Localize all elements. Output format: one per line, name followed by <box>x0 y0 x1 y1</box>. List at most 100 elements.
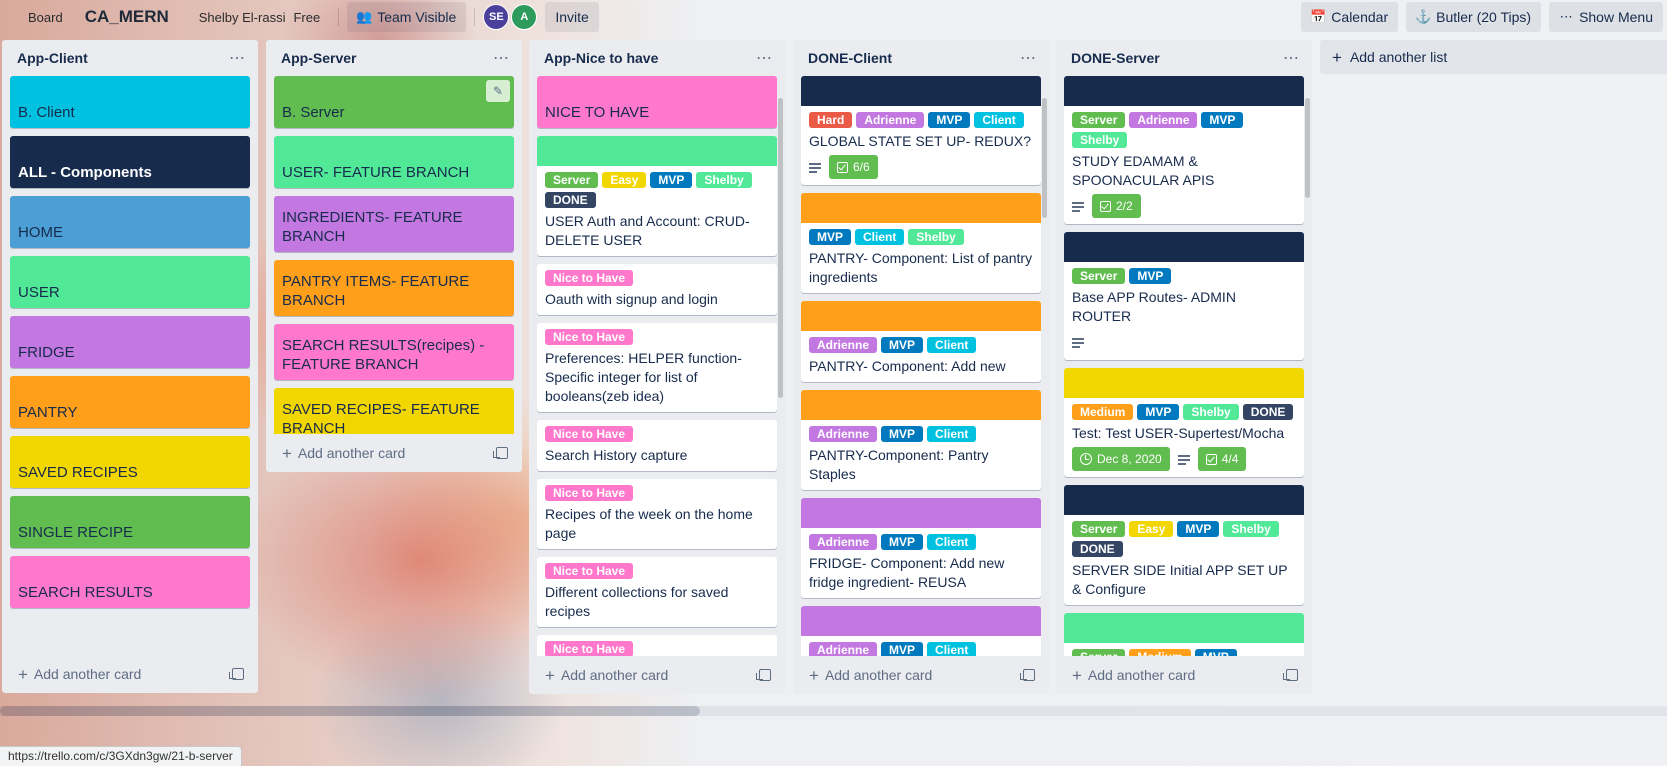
visibility-button[interactable]: 👥 Team Visible <box>347 2 467 32</box>
card[interactable]: SEARCH RESULTS <box>10 556 250 608</box>
card[interactable]: Adrienne MVP Client PANTRY- Component: Add … <box>801 301 1041 382</box>
card[interactable]: Adrienne MVP Client PANTRY-Component: Pantr… <box>801 390 1041 490</box>
card-label[interactable]: Easy <box>602 172 647 188</box>
add-card-button[interactable]: + Add another card <box>809 667 932 684</box>
card-template-icon[interactable] <box>1020 669 1035 681</box>
card[interactable]: Nice to Have Oauth with signup and login <box>537 264 777 315</box>
card-label[interactable]: DONE <box>1242 404 1294 420</box>
card-label[interactable]: Medium <box>1129 649 1191 656</box>
card-label[interactable]: Server <box>1072 521 1126 537</box>
card-label[interactable]: Shelby <box>696 172 752 188</box>
card-label[interactable]: Adrienne <box>809 426 878 442</box>
workspace-name[interactable]: Shelby El-rassi <box>199 10 286 25</box>
card-label[interactable]: Medium <box>1072 404 1134 420</box>
list-title[interactable]: App-Client <box>17 50 88 66</box>
card-label[interactable]: MVP <box>881 642 924 656</box>
list-header[interactable]: App-Nice to have ⋯ <box>529 40 785 76</box>
card-label[interactable]: MVP <box>1129 268 1172 284</box>
add-another-list-button[interactable]: + Add another list <box>1320 40 1667 74</box>
list-header[interactable]: DONE-Client ⋯ <box>793 40 1049 76</box>
card-label[interactable]: MVP <box>1177 521 1220 537</box>
card[interactable]: SAVED RECIPES- FEATURE BRANCH <box>274 388 514 434</box>
card-label[interactable]: Adrienne <box>809 337 878 353</box>
card[interactable]: FRIDGE <box>10 316 250 368</box>
card-label[interactable]: Easy <box>1129 521 1174 537</box>
card-label[interactable]: Adrienne <box>809 534 878 550</box>
card-label[interactable]: MVP <box>1194 649 1237 656</box>
card-template-icon[interactable] <box>493 447 508 459</box>
card[interactable]: Server MVP Base APP Routes- ADMIN ROUTER <box>1064 232 1304 360</box>
card[interactable]: B. Server ✎ <box>274 76 514 128</box>
card-label[interactable]: Adrienne <box>856 112 925 128</box>
card[interactable]: PANTRY <box>10 376 250 428</box>
add-card-button[interactable]: + Add another card <box>18 666 141 683</box>
card-label[interactable]: Nice to Have <box>545 426 634 442</box>
card-label[interactable]: MVP <box>881 337 924 353</box>
card[interactable]: PANTRY ITEMS- FEATURE BRANCH <box>274 260 514 316</box>
card[interactable]: Nice to Have Recipes of the week on the h… <box>537 479 777 549</box>
card[interactable]: SAVED RECIPES <box>10 436 250 488</box>
card-label[interactable]: Client <box>927 426 977 442</box>
card-label[interactable]: DONE <box>545 192 596 208</box>
card[interactable]: HOME <box>10 196 250 248</box>
list-menu-icon[interactable]: ⋯ <box>229 48 246 68</box>
card[interactable]: MVP Client Shelby PANTRY- Component: List o… <box>801 193 1041 293</box>
card-label[interactable]: Nice to Have <box>545 329 634 345</box>
card[interactable]: Nice to Have Preferences: HELPER function… <box>537 323 777 412</box>
show-menu-button[interactable]: ⋯ Show Menu <box>1549 2 1663 32</box>
add-card-button[interactable]: + Add another card <box>282 445 405 462</box>
card-label[interactable]: MVP <box>1137 404 1180 420</box>
list-scrollbar[interactable] <box>1042 98 1047 218</box>
card-template-icon[interactable] <box>756 669 771 681</box>
card-label[interactable]: Shelby <box>1223 521 1279 537</box>
edit-icon[interactable]: ✎ <box>486 80 510 102</box>
invite-button[interactable]: Invite <box>545 2 599 32</box>
list-title[interactable]: App-Server <box>281 50 356 66</box>
list-header[interactable]: App-Client ⋯ <box>2 40 258 76</box>
card[interactable]: ServerMediumMVPShelbyDONE <box>1064 613 1304 656</box>
card[interactable]: NICE TO HAVE <box>537 76 777 128</box>
card-label[interactable]: Hard <box>809 112 853 128</box>
list-header[interactable]: DONE-Server ⋯ <box>1056 40 1312 76</box>
card[interactable]: B. Client <box>10 76 250 128</box>
card[interactable]: Hard Adrienne MVP Client GLOBAL STATE SET UP… <box>801 76 1041 185</box>
card-label[interactable]: Nice to Have <box>545 485 634 501</box>
card-label[interactable]: Shelby <box>1072 132 1128 148</box>
card-label[interactable]: Server <box>1072 112 1126 128</box>
card[interactable]: Nice to Have Search History capture <box>537 420 777 471</box>
card-label[interactable]: MVP <box>881 534 924 550</box>
card[interactable]: Server Easy MVP Shelby DONE SERVER SIDE Initi… <box>1064 485 1304 605</box>
card[interactable]: SINGLE RECIPE <box>10 496 250 548</box>
calendar-button[interactable]: 📅 Calendar <box>1301 2 1399 32</box>
list-scrollbar[interactable] <box>1305 98 1310 198</box>
card[interactable]: Medium MVP Shelby DONE Test: Test USER-Super… <box>1064 368 1304 477</box>
list-menu-icon[interactable]: ⋯ <box>493 48 510 68</box>
horizontal-scrollbar-thumb[interactable] <box>0 706 700 716</box>
card-label[interactable]: MVP <box>1201 112 1244 128</box>
card-template-icon[interactable] <box>229 668 244 680</box>
card-label[interactable]: Client <box>927 337 977 353</box>
list-menu-icon[interactable]: ⋯ <box>1283 48 1300 68</box>
card-label[interactable]: MVP <box>809 229 852 245</box>
avatar[interactable]: A <box>511 4 538 30</box>
card-label[interactable]: DONE <box>1072 541 1123 557</box>
card[interactable]: Nice to Have Different collections for sa… <box>537 557 777 627</box>
card-label[interactable]: Adrienne <box>1129 112 1198 128</box>
card[interactable]: Server Easy MVP Shelby DONE USER Auth and Acc… <box>537 136 777 256</box>
board-title[interactable]: CA_MERN <box>85 7 169 27</box>
card[interactable]: Nice to HaveUser can rate a recipe <box>537 635 777 656</box>
board-label[interactable]: Board <box>28 10 63 25</box>
card[interactable]: USER <box>10 256 250 308</box>
card-label[interactable]: Nice to Have <box>545 641 634 656</box>
avatar[interactable]: SE <box>483 4 510 30</box>
list-header[interactable]: App-Server ⋯ <box>266 40 522 76</box>
card-label[interactable]: MVP <box>881 426 924 442</box>
card-label[interactable]: Server <box>1072 649 1126 656</box>
card[interactable]: Server Adrienne MVP Shelby STUDY EDAMAM & SP… <box>1064 76 1304 224</box>
card-label[interactable]: MVP <box>650 172 693 188</box>
list-menu-icon[interactable]: ⋯ <box>756 48 773 68</box>
list-title[interactable]: App-Nice to have <box>544 50 658 66</box>
card[interactable]: Adrienne MVP Client <box>801 606 1041 656</box>
card-label[interactable]: Server <box>545 172 599 188</box>
card-label[interactable]: Shelby <box>908 229 964 245</box>
